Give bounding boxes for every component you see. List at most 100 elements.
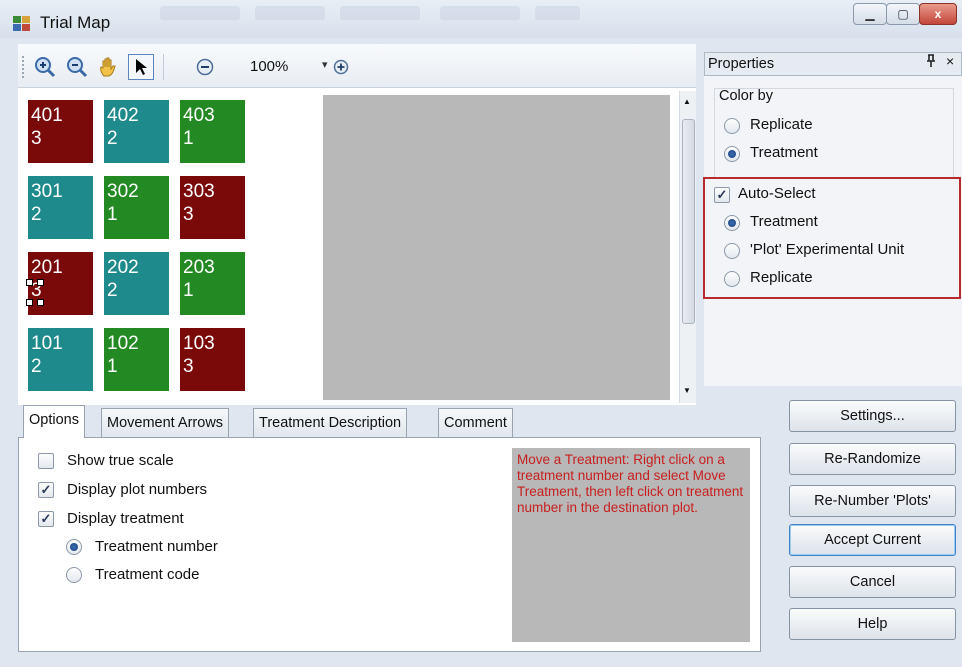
treatment-number[interactable]: 1 bbox=[183, 127, 245, 150]
plot-cell[interactable]: 203 1 bbox=[180, 252, 245, 315]
toolbar-grip[interactable] bbox=[22, 56, 24, 78]
show-true-scale-label[interactable]: Show true scale bbox=[67, 452, 174, 469]
plot-number: 403 bbox=[183, 105, 215, 126]
plot-cell[interactable]: 302 1 bbox=[104, 176, 169, 239]
help-button[interactable]: Help bbox=[789, 608, 956, 640]
close-properties-icon[interactable]: × bbox=[946, 53, 954, 69]
auto-select-checkbox[interactable]: ✓ bbox=[714, 187, 730, 203]
zoom-minus-icon bbox=[196, 58, 214, 76]
minimize-icon: ▁ bbox=[865, 7, 875, 21]
color-by-treatment-label[interactable]: Treatment bbox=[750, 144, 818, 161]
select-button[interactable] bbox=[128, 54, 154, 80]
display-treatment-checkbox[interactable]: ✓ bbox=[38, 511, 54, 527]
plot-number: 402 bbox=[107, 105, 139, 126]
color-by-replicate-radio[interactable] bbox=[724, 118, 740, 134]
auto-select-plot-unit-radio[interactable] bbox=[724, 243, 740, 259]
trial-map-canvas[interactable]: 401 3 402 2 403 1 301 2 302 1 303 3 201 3 202 2 … bbox=[18, 88, 696, 405]
treatment-number-radio[interactable] bbox=[66, 539, 82, 555]
color-by-replicate-label[interactable]: Replicate bbox=[750, 116, 813, 133]
treatment-number[interactable]: 2 bbox=[31, 203, 93, 226]
treatment-number-label[interactable]: Treatment number bbox=[95, 538, 218, 555]
re-randomize-button[interactable]: Re-Randomize bbox=[789, 443, 956, 475]
blurred-menu bbox=[160, 6, 240, 20]
auto-select-treatment-radio[interactable] bbox=[724, 215, 740, 231]
tab-comment[interactable]: Comment bbox=[438, 408, 513, 438]
display-plot-numbers-label[interactable]: Display plot numbers bbox=[67, 481, 207, 498]
selection-handle[interactable] bbox=[26, 299, 33, 306]
plot-cell[interactable]: 402 2 bbox=[104, 100, 169, 163]
select-arrow-icon bbox=[136, 59, 147, 75]
pan-button[interactable] bbox=[96, 54, 122, 80]
scroll-up-icon[interactable]: ▲ bbox=[683, 97, 691, 106]
map-background bbox=[323, 95, 670, 400]
plot-number: 101 bbox=[31, 333, 63, 354]
blurred-menu bbox=[340, 6, 420, 20]
pin-icon[interactable] bbox=[925, 54, 937, 71]
treatment-number[interactable]: 2 bbox=[107, 279, 169, 302]
plot-number: 201 bbox=[31, 257, 63, 278]
re-number-plots-button[interactable]: Re-Number 'Plots' bbox=[789, 485, 956, 517]
plot-number: 401 bbox=[31, 105, 63, 126]
selection-handle[interactable] bbox=[37, 279, 44, 286]
auto-select-replicate-radio[interactable] bbox=[724, 271, 740, 287]
treatment-number[interactable]: 1 bbox=[107, 203, 169, 226]
zoom-level[interactable]: 100% bbox=[250, 58, 288, 75]
zoom-in-button[interactable] bbox=[32, 54, 58, 80]
title-bar: Trial Map ▁ ▢ x bbox=[0, 0, 962, 38]
treatment-number[interactable]: 3 bbox=[183, 355, 245, 378]
treatment-number[interactable]: 3 bbox=[183, 203, 245, 226]
accept-current-button[interactable]: Accept Current bbox=[789, 524, 956, 556]
close-button[interactable]: x bbox=[919, 3, 957, 25]
cancel-button[interactable]: Cancel bbox=[789, 566, 956, 598]
zoom-minus-button[interactable] bbox=[192, 54, 218, 80]
selection-handle[interactable] bbox=[26, 279, 33, 286]
tab-movement-arrows[interactable]: Movement Arrows bbox=[101, 408, 230, 438]
pan-hand-icon bbox=[100, 57, 116, 77]
plot-cell[interactable]: 301 2 bbox=[28, 176, 93, 239]
scroll-thumb[interactable] bbox=[682, 119, 695, 324]
minimize-button[interactable]: ▁ bbox=[853, 3, 887, 25]
treatment-code-label[interactable]: Treatment code bbox=[95, 566, 200, 583]
treatment-number[interactable]: 1 bbox=[107, 355, 169, 378]
treatment-number[interactable]: 3 bbox=[31, 127, 93, 150]
map-toolbar: 100% ▾ bbox=[18, 44, 696, 88]
auto-select-replicate-label[interactable]: Replicate bbox=[750, 269, 813, 286]
plot-number: 303 bbox=[183, 181, 215, 202]
color-by-treatment-radio[interactable] bbox=[724, 146, 740, 162]
treatment-number[interactable]: 2 bbox=[107, 127, 169, 150]
settings-button[interactable]: Settings... bbox=[789, 400, 956, 432]
plot-number: 301 bbox=[31, 181, 63, 202]
display-treatment-label[interactable]: Display treatment bbox=[67, 510, 184, 527]
treatment-code-radio[interactable] bbox=[66, 567, 82, 583]
auto-select-label[interactable]: Auto-Select bbox=[738, 185, 816, 202]
zoom-plus-button[interactable] bbox=[330, 56, 352, 78]
auto-select-plot-unit-label[interactable]: 'Plot' Experimental Unit bbox=[750, 241, 904, 258]
maximize-button[interactable]: ▢ bbox=[886, 3, 920, 25]
tab-options[interactable]: Options bbox=[23, 405, 85, 438]
scroll-down-icon[interactable]: ▼ bbox=[683, 386, 691, 395]
selection-handle[interactable] bbox=[37, 299, 44, 306]
auto-select-treatment-label[interactable]: Treatment bbox=[750, 213, 818, 230]
plot-number: 103 bbox=[183, 333, 215, 354]
zoom-in-icon bbox=[35, 57, 56, 78]
plot-number: 102 bbox=[107, 333, 139, 354]
treatment-number[interactable]: 1 bbox=[183, 279, 245, 302]
plot-cell[interactable]: 103 3 bbox=[180, 328, 245, 391]
plot-cell[interactable]: 303 3 bbox=[180, 176, 245, 239]
plot-cell[interactable]: 101 2 bbox=[28, 328, 93, 391]
zoom-dropdown-icon[interactable]: ▾ bbox=[322, 58, 328, 71]
zoom-out-icon bbox=[67, 57, 88, 78]
plot-cell[interactable]: 202 2 bbox=[104, 252, 169, 315]
plot-cell[interactable]: 102 1 bbox=[104, 328, 169, 391]
blurred-menu bbox=[535, 6, 580, 20]
map-vertical-scrollbar[interactable]: ▲ ▼ bbox=[679, 91, 696, 403]
plot-number: 203 bbox=[183, 257, 215, 278]
zoom-out-button[interactable] bbox=[64, 54, 90, 80]
plot-cell[interactable]: 403 1 bbox=[180, 100, 245, 163]
treatment-number[interactable]: 2 bbox=[31, 355, 93, 378]
toolbar-separator bbox=[163, 54, 164, 80]
display-plot-numbers-checkbox[interactable]: ✓ bbox=[38, 482, 54, 498]
plot-cell[interactable]: 401 3 bbox=[28, 100, 93, 163]
show-true-scale-checkbox[interactable] bbox=[38, 453, 54, 469]
tab-treatment-description[interactable]: Treatment Description bbox=[253, 408, 408, 438]
